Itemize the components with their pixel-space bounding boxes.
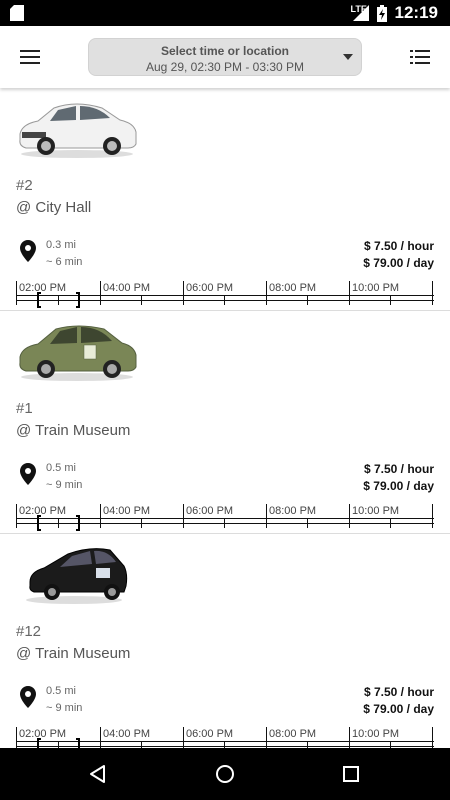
timeline-bar	[16, 281, 434, 308]
availability-timeline[interactable]: 02:00 PM 04:00 PM 06:00 PM 08:00 PM 10:0…	[16, 727, 434, 748]
price-per-day: $ 79.00 / day	[363, 256, 434, 270]
selector-title: Select time or location	[160, 44, 290, 58]
sd-card-icon	[10, 5, 24, 21]
car-location: @ City Hall	[16, 199, 92, 216]
timeline-bar	[16, 727, 434, 748]
availability-timeline[interactable]: 02:00 PM 04:00 PM 06:00 PM 08:00 PM 10:0…	[16, 281, 434, 309]
car-image	[19, 325, 137, 381]
distance: 0.5 mi	[46, 462, 76, 474]
location-pin-icon	[20, 686, 36, 708]
car-image	[26, 548, 128, 604]
price-per-day: $ 79.00 / day	[363, 479, 434, 493]
car-number: #12	[16, 623, 42, 640]
signal-icon: LTE	[351, 4, 369, 21]
price-per-hour: $ 7.50 / hour	[363, 239, 434, 253]
dropdown-arrow-icon	[343, 54, 353, 60]
distance: 0.3 mi	[46, 239, 76, 251]
selector-subtitle: Aug 29, 02:30 PM - 03:30 PM	[145, 60, 305, 74]
car-card[interactable]: #2 @ City Hall 0.3 mi ~ 6 min $ 7.50 / h…	[0, 88, 450, 311]
system-nav-bar	[0, 748, 450, 800]
car-location: @ Train Museum	[16, 422, 131, 439]
app-bar: Select time or location Aug 29, 02:30 PM…	[0, 26, 450, 88]
recent-apps-icon[interactable]	[342, 765, 360, 783]
list-view-icon[interactable]	[408, 45, 432, 69]
location-pin-icon	[20, 240, 36, 262]
price-per-day: $ 79.00 / day	[363, 702, 434, 716]
car-location: @ Train Museum	[16, 645, 131, 662]
battery-charging-icon	[376, 4, 387, 22]
status-bar: LTE 12:19	[0, 0, 450, 26]
time-location-selector[interactable]: Select time or location Aug 29, 02:30 PM…	[88, 38, 362, 76]
clock: 12:19	[394, 3, 438, 22]
car-list[interactable]: #2 @ City Hall 0.3 mi ~ 6 min $ 7.50 / h…	[0, 88, 450, 748]
car-number: #1	[16, 400, 33, 417]
menu-icon[interactable]	[18, 45, 42, 69]
price-per-hour: $ 7.50 / hour	[363, 462, 434, 476]
price-per-hour: $ 7.50 / hour	[363, 685, 434, 699]
car-number: #2	[16, 177, 33, 194]
car-card[interactable]: #1 @ Train Museum 0.5 mi ~ 9 min $ 7.50 …	[0, 311, 450, 534]
car-image	[19, 103, 137, 158]
car-card[interactable]: #12 @ Train Museum 0.5 mi ~ 9 min $ 7.50…	[0, 534, 450, 748]
walk-time: ~ 9 min	[46, 479, 83, 491]
home-icon[interactable]	[215, 764, 235, 784]
back-icon[interactable]	[88, 764, 108, 784]
timeline-bar	[16, 504, 434, 531]
location-pin-icon	[20, 463, 36, 485]
distance: 0.5 mi	[46, 685, 76, 697]
walk-time: ~ 6 min	[46, 256, 83, 268]
walk-time: ~ 9 min	[46, 702, 83, 714]
availability-timeline[interactable]: 02:00 PM 04:00 PM 06:00 PM 08:00 PM 10:0…	[16, 504, 434, 532]
